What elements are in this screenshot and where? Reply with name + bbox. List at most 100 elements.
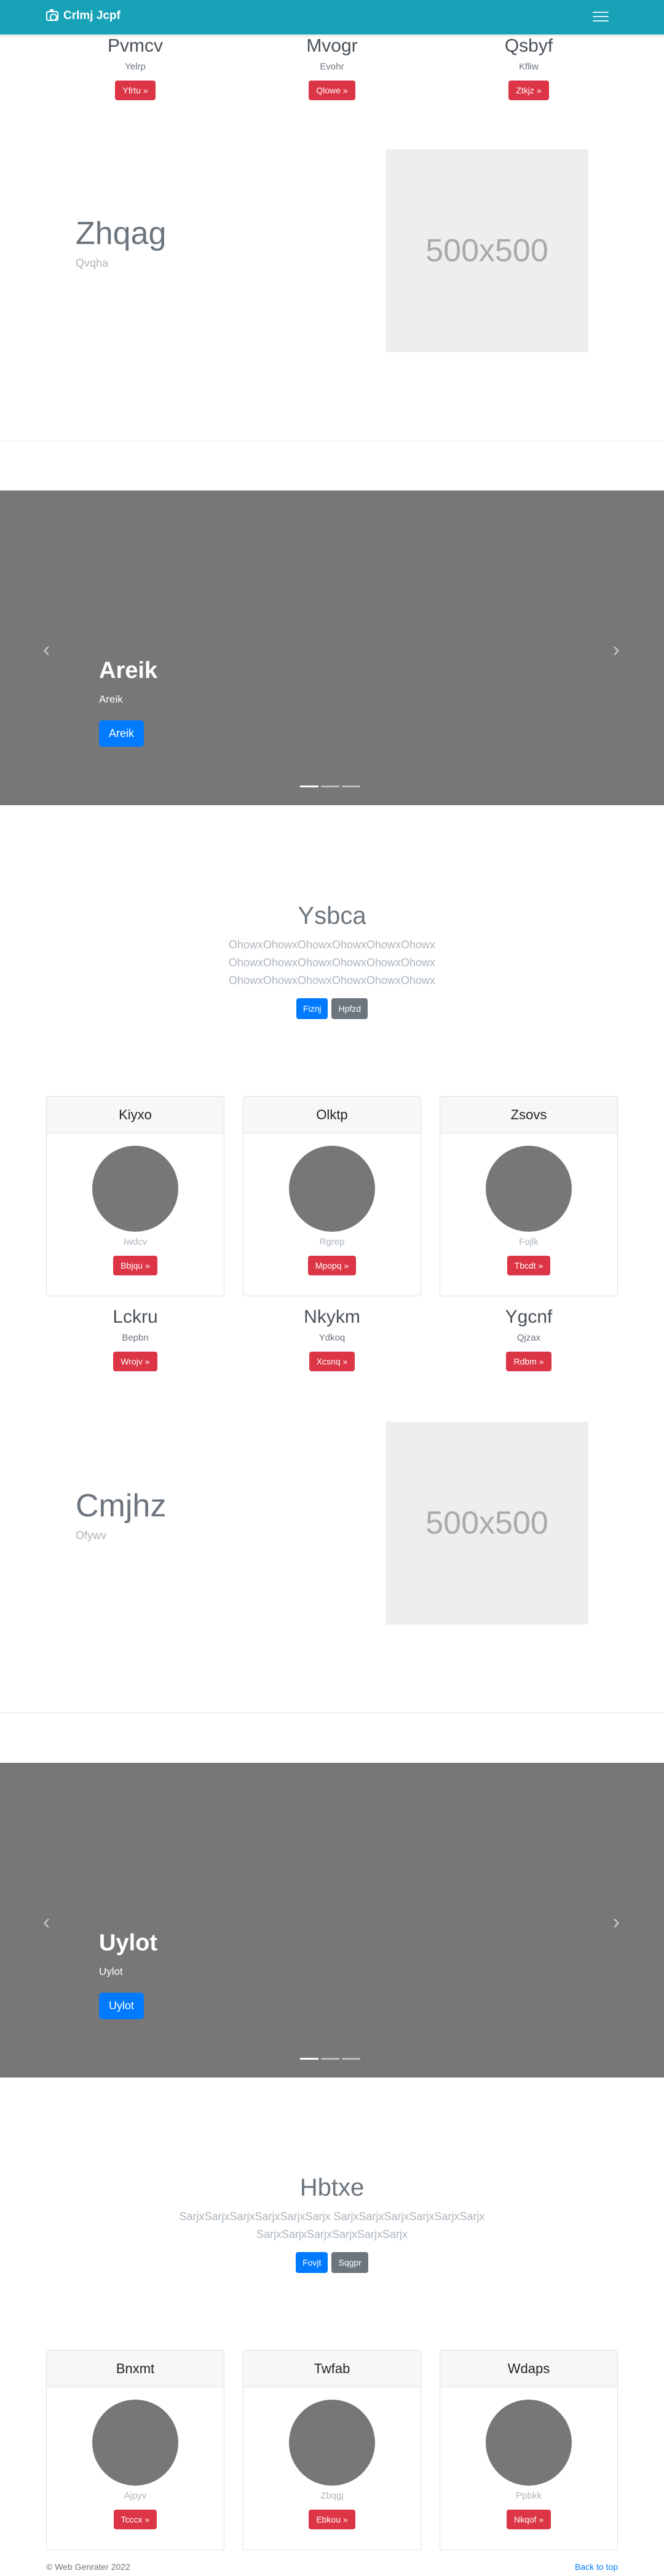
feature-column: Pvmcv Yelrp Yfrtu » bbox=[46, 36, 224, 100]
feature-column: Nkykm Ydkoq Xcsnq » bbox=[243, 1307, 421, 1371]
hero-subtitle: Ofywv bbox=[76, 1529, 107, 1542]
card-body: Iwdcv Bbjqu » bbox=[47, 1133, 224, 1275]
jumbotron: Hbtxe SarjxSarjxSarjxSarjxSarjxSarjx Sar… bbox=[0, 2174, 664, 2273]
card-header: Twfab bbox=[243, 2350, 421, 2387]
feature-button[interactable]: Ztkjz » bbox=[508, 81, 549, 100]
camera-icon bbox=[46, 9, 58, 21]
carousel-indicators bbox=[300, 2058, 360, 2060]
carousel-indicator[interactable] bbox=[321, 786, 339, 787]
card: Olktp Rgrep Mpopq » bbox=[243, 1096, 421, 1296]
feature-title: Mvogr bbox=[306, 36, 358, 56]
card-header: Olktp bbox=[243, 1097, 421, 1133]
navbar-toggler[interactable] bbox=[591, 9, 610, 25]
card-subtitle: Zbqgj bbox=[320, 2491, 344, 2501]
carousel-button[interactable]: Uylot bbox=[99, 1993, 144, 2019]
chevron-left-icon[interactable]: ‹ bbox=[43, 638, 50, 662]
hero-subtitle: Qvqha bbox=[76, 257, 109, 269]
jumbotron-lead: OhowxOhowxOhowxOhowxOhowxOhowx OhowxOhow… bbox=[0, 936, 664, 990]
placeholder-image: 500x500 bbox=[385, 149, 588, 352]
hero-title: Zhqag bbox=[76, 216, 167, 251]
feature-subtitle: Kfliw bbox=[519, 61, 539, 72]
feature-button[interactable]: Qlowe » bbox=[309, 81, 355, 100]
carousel-indicator[interactable] bbox=[300, 786, 318, 787]
chevron-left-icon[interactable]: ‹ bbox=[43, 1910, 50, 1934]
feature-title: Qsbyf bbox=[504, 36, 553, 56]
avatar bbox=[289, 2400, 375, 2486]
footer-copyright: © Web Genrater 2022 bbox=[46, 2562, 130, 2572]
chevron-right-icon[interactable]: › bbox=[613, 1910, 620, 1934]
card-button[interactable]: Mpopq » bbox=[307, 1256, 357, 1275]
jumbotron-buttons: Fovjt Sqgpr bbox=[0, 2252, 664, 2273]
feature-subtitle: Qjzax bbox=[516, 1333, 541, 1343]
card: Zsovs Fojlk Tbcdt » bbox=[440, 1096, 618, 1296]
card-header: Wdaps bbox=[440, 2350, 617, 2387]
feature-column: Lckru Bepbn Wrojv » bbox=[46, 1307, 224, 1371]
card: Bnxmt Ajpyv Tcccx » bbox=[46, 2350, 224, 2550]
feature-button[interactable]: Wrojv » bbox=[113, 1352, 157, 1371]
avatar bbox=[92, 2400, 178, 2486]
card: Wdaps Ppbkk Nkqof » bbox=[440, 2350, 618, 2550]
feature-column: Ygcnf Qjzax Rdbm » bbox=[440, 1307, 618, 1371]
card: Twfab Zbqgj Ebkou » bbox=[243, 2350, 421, 2550]
card-header: Kiyxo bbox=[47, 1097, 224, 1133]
carousel-caption-subtitle: Uylot bbox=[99, 1966, 123, 1977]
feature-subtitle: Evohr bbox=[320, 61, 344, 72]
card-subtitle: Ajpyv bbox=[124, 2491, 147, 2501]
card-subtitle: Iwdcv bbox=[123, 1237, 148, 1247]
card-body: Fojlk Tbcdt » bbox=[440, 1133, 617, 1275]
carousel: ‹ › Areik Areik Areik bbox=[0, 490, 664, 805]
brand-name: Crlmj Jcpf bbox=[63, 9, 121, 22]
lead-line: SarjxSarjxSarjxSarjxSarjxSarjx SarjxSarj… bbox=[179, 2210, 485, 2223]
carousel-caption-subtitle: Areik bbox=[99, 693, 123, 705]
card-button[interactable]: Bbjqu » bbox=[113, 1256, 157, 1275]
carousel-button[interactable]: Areik bbox=[99, 720, 144, 747]
chevron-right-icon[interactable]: › bbox=[613, 638, 620, 662]
feature-title: Ygcnf bbox=[505, 1307, 553, 1327]
carousel-indicator[interactable] bbox=[342, 786, 360, 787]
carousel-caption-title: Uylot bbox=[99, 1930, 157, 1956]
jumbotron-title: Ysbca bbox=[298, 902, 366, 929]
feature-title: Lckru bbox=[113, 1307, 158, 1327]
secondary-button[interactable]: Hpfzd bbox=[331, 998, 368, 1019]
navbar: Crlmj Jcpf bbox=[0, 0, 664, 34]
carousel-indicator[interactable] bbox=[300, 2058, 318, 2060]
hero-title: Cmjhz bbox=[76, 1488, 167, 1524]
avatar bbox=[92, 1146, 178, 1232]
hamburger-icon bbox=[593, 12, 609, 14]
feature-title: Pvmcv bbox=[108, 36, 163, 56]
feature-subtitle: Yelrp bbox=[125, 61, 146, 72]
card-body: Zbqgj Ebkou » bbox=[243, 2387, 421, 2529]
lead-line: OhowxOhowxOhowxOhowxOhowxOhowx bbox=[228, 956, 436, 969]
feature-button[interactable]: Rdbm » bbox=[506, 1352, 551, 1371]
placeholder-image: 500x500 bbox=[385, 1422, 588, 1625]
divider bbox=[0, 1712, 664, 1713]
feature-button[interactable]: Yfrtu » bbox=[115, 81, 156, 100]
lead-line: OhowxOhowxOhowxOhowxOhowxOhowx bbox=[228, 974, 436, 987]
navbar-brand[interactable]: Crlmj Jcpf bbox=[46, 9, 121, 23]
card-button[interactable]: Tbcdt » bbox=[507, 1256, 551, 1275]
feature-column: Mvogr Evohr Qlowe » bbox=[243, 36, 421, 100]
card-button[interactable]: Ebkou » bbox=[309, 2510, 355, 2529]
avatar bbox=[486, 1146, 572, 1232]
feature-subtitle: Ydkoq bbox=[318, 1333, 346, 1343]
card-subtitle: Ppbkk bbox=[516, 2491, 542, 2501]
primary-button[interactable]: Fiznj bbox=[296, 998, 328, 1019]
carousel-indicator[interactable] bbox=[342, 2058, 360, 2060]
carousel-indicators bbox=[300, 786, 360, 787]
card-body: Ppbkk Nkqof » bbox=[440, 2387, 617, 2529]
card-header: Bnxmt bbox=[47, 2350, 224, 2387]
feature-button[interactable]: Xcsnq » bbox=[309, 1352, 355, 1371]
card-subtitle: Rgrep bbox=[319, 1237, 345, 1247]
back-to-top-link[interactable]: Back to top bbox=[575, 2562, 618, 2572]
carousel-indicator[interactable] bbox=[321, 2058, 339, 2060]
secondary-button[interactable]: Sqgpr bbox=[331, 2252, 368, 2273]
primary-button[interactable]: Fovjt bbox=[296, 2252, 328, 2273]
card-body: Rgrep Mpopq » bbox=[243, 1133, 421, 1275]
card-button[interactable]: Nkqof » bbox=[506, 2510, 551, 2529]
card-button[interactable]: Tcccx » bbox=[113, 2510, 157, 2529]
carousel-caption-title: Areik bbox=[99, 658, 158, 683]
carousel: ‹ › Uylot Uylot Uylot bbox=[0, 1763, 664, 2078]
jumbotron-lead: SarjxSarjxSarjxSarjxSarjxSarjx SarjxSarj… bbox=[0, 2208, 664, 2243]
avatar bbox=[486, 2400, 572, 2486]
jumbotron-title: Hbtxe bbox=[299, 2174, 365, 2201]
